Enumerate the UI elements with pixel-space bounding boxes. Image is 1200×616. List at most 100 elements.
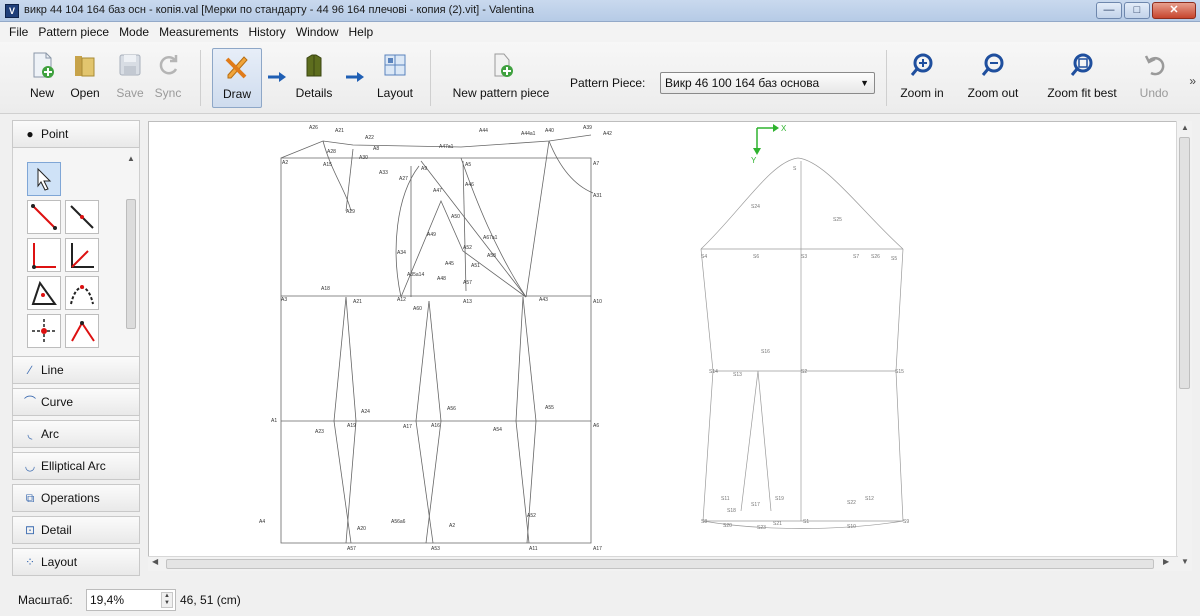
scroll-down-arrow-icon[interactable]: ▼ <box>1177 557 1193 566</box>
point-label: S21 <box>773 521 782 527</box>
flow-arrow-icon <box>268 72 286 82</box>
tool-group-curve[interactable]: ⌒ Curve <box>12 388 140 416</box>
point-label: A4 <box>259 519 265 525</box>
undo-button[interactable]: Undo <box>1134 48 1174 108</box>
point-label: A17 <box>593 546 602 552</box>
tool-group-detail[interactable]: ⊡ Detail <box>12 516 140 544</box>
details-mode-button[interactable]: Details <box>288 48 340 108</box>
zoom-in-button[interactable]: Zoom in <box>892 48 952 108</box>
zoom-fit-best-button[interactable]: Zoom fit best <box>1034 48 1130 108</box>
pattern-drawing[interactable]: X Y A26 A21 A22 A28 A8 A47a1 A44 A44a1 A40 A39 A42… <box>149 122 1177 556</box>
point-label: A21 <box>335 128 344 134</box>
along-line-tool[interactable] <box>65 200 99 234</box>
intersect-curve-icon <box>70 285 94 305</box>
point-label: S16 <box>761 349 770 355</box>
draw-button-label: Draw <box>222 87 251 101</box>
point-of-contact-tool[interactable] <box>27 314 61 348</box>
draw-pencil-icon <box>225 56 248 79</box>
canvas-horizontal-scrollbar[interactable]: ◀ ▶ <box>148 556 1178 571</box>
scroll-left-arrow-icon[interactable]: ◀ <box>152 557 158 566</box>
zoom-out-button[interactable]: Zoom out <box>958 48 1028 108</box>
menu-file[interactable]: File <box>4 25 33 39</box>
bisector-tool[interactable] <box>65 238 99 272</box>
point-label: A13 <box>463 299 472 305</box>
line-point-tool[interactable] <box>27 200 61 234</box>
point-label: A17 <box>403 424 412 430</box>
close-button[interactable]: ✕ <box>1152 2 1196 19</box>
point-label: A1 <box>271 418 277 424</box>
point-label: A5 <box>465 162 471 168</box>
tool-group-operations[interactable]: ⧉ Operations <box>12 484 140 512</box>
arrow-select-tool[interactable] <box>27 162 61 196</box>
scroll-up-arrow-icon[interactable]: ▲ <box>125 154 137 163</box>
tool-group-line[interactable]: ∕ Line <box>12 356 140 384</box>
axis-x-label: X <box>781 124 787 133</box>
point-label: A9 <box>421 166 427 172</box>
axis-y-label: Y <box>751 156 757 165</box>
pattern-piece-value: Викр 46 100 164 баз основа <box>665 76 820 90</box>
scroll-thumb[interactable] <box>126 199 136 329</box>
point-label: A51 <box>471 263 480 269</box>
menu-mode[interactable]: Mode <box>114 25 154 39</box>
new-button[interactable]: New <box>22 48 62 108</box>
point-label: S11 <box>721 496 730 502</box>
intersect-curve-tool[interactable] <box>65 276 99 310</box>
menu-help[interactable]: Help <box>344 25 379 39</box>
tool-group-elliptical-arc[interactable]: ◡ Elliptical Arc <box>12 452 140 480</box>
point-label: A55 <box>545 405 554 411</box>
point-label: A42 <box>603 131 612 137</box>
menu-bar: File Pattern piece Mode Measurements His… <box>0 22 1200 42</box>
point-label: S19 <box>775 496 784 502</box>
menu-window[interactable]: Window <box>291 25 344 39</box>
open-button[interactable]: Open <box>64 48 106 108</box>
scale-input[interactable]: 19,4% ▲ ▼ <box>86 589 176 611</box>
vertical-scroll-thumb[interactable] <box>1179 137 1190 389</box>
zoom-fit-best-label: Zoom fit best <box>1047 86 1117 100</box>
menu-measurements[interactable]: Measurements <box>154 25 243 39</box>
point-label: S12 <box>865 496 874 502</box>
triangle-tool[interactable] <box>27 276 61 310</box>
horizontal-scroll-thumb[interactable] <box>166 559 1154 569</box>
scroll-right-arrow-icon[interactable]: ▶ <box>1163 557 1169 566</box>
point-label: S2 <box>801 369 807 375</box>
point-label: S26 <box>871 254 880 260</box>
point-label: S13 <box>733 372 742 378</box>
detail-icon: ⊡ <box>24 523 36 537</box>
shoulder-point-tool[interactable] <box>65 314 99 348</box>
new-pattern-piece-button[interactable]: New pattern piece <box>440 48 562 108</box>
pattern-piece-select[interactable]: Викр 46 100 164 баз основа ▼ <box>660 72 875 94</box>
curve-icon: ⌒ <box>23 395 36 409</box>
point-label: A20 <box>357 526 366 532</box>
tool-group-layout[interactable]: ⁘ Layout <box>12 548 140 576</box>
toolbar-overflow-chevron-icon[interactable]: » <box>1189 74 1196 88</box>
tool-group-point[interactable]: ● Point <box>12 120 140 148</box>
menu-pattern-piece[interactable]: Pattern piece <box>33 25 114 39</box>
draw-mode-button[interactable]: Draw <box>212 48 262 108</box>
tool-group-arc[interactable]: ◟ Arc <box>12 420 140 448</box>
save-button[interactable]: Save <box>112 48 148 108</box>
normal-tool[interactable] <box>27 238 61 272</box>
zoom-in-label: Zoom in <box>900 86 944 100</box>
point-label: A50 <box>451 214 460 220</box>
canvas-vertical-scrollbar[interactable]: ▲ ▼ <box>1176 121 1192 571</box>
layout-mode-button[interactable]: Layout <box>368 48 422 108</box>
window-title: викр 44 104 164 баз осн - копія.val [Мер… <box>24 4 535 16</box>
point-label: A7 <box>593 161 599 167</box>
minimize-button[interactable]: — <box>1096 2 1122 19</box>
scroll-up-arrow-icon[interactable]: ▲ <box>1177 123 1193 132</box>
new-pattern-piece-icon <box>494 53 513 77</box>
point-label: A29 <box>346 209 355 215</box>
maximize-button[interactable]: □ <box>1124 2 1150 19</box>
tool-panel: ●Point ▲ ▼ <box>12 120 142 578</box>
menu-history[interactable]: History <box>243 25 290 39</box>
scale-spinner-icon[interactable]: ▲ ▼ <box>161 592 173 608</box>
point-label: S25 <box>833 217 842 223</box>
tool-group-detail-label: Detail <box>41 523 72 537</box>
point-label: A35a14 <box>407 272 424 278</box>
point-label: S14 <box>709 369 718 375</box>
left-piece-point-labels: A26 A21 A22 A28 A8 A47a1 A44 A44a1 A40 A39 A42 A2 A1… <box>259 125 612 552</box>
drawing-canvas[interactable]: X Y A26 A21 A22 A28 A8 A47a1 A44 A44a1 A40 A39 A42… <box>148 121 1192 571</box>
sync-button[interactable]: Sync <box>150 48 186 108</box>
point-label: S1 <box>803 519 809 525</box>
scale-value: 19,4% <box>90 593 125 607</box>
